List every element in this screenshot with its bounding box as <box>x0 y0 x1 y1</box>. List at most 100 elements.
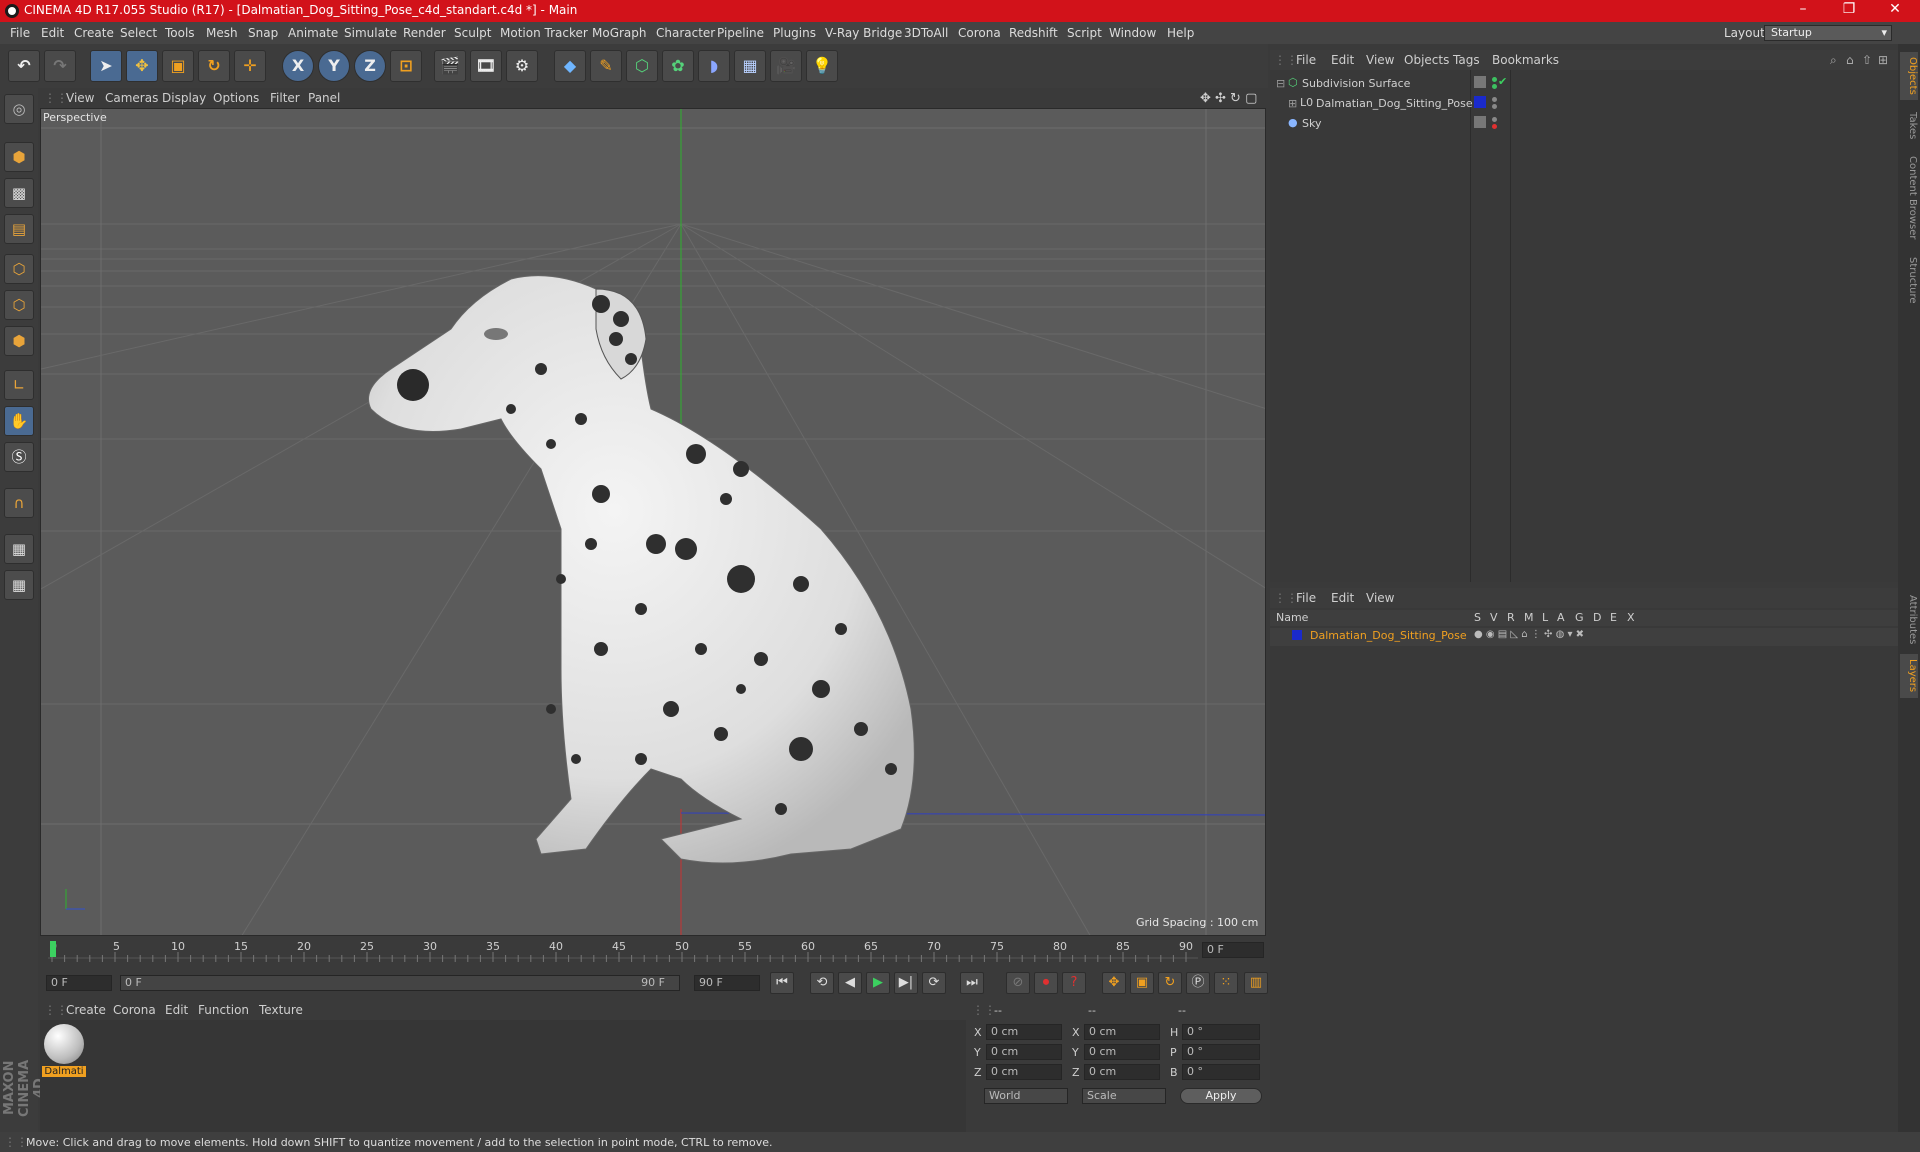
record-pla-icon[interactable]: ⁙ <box>1214 972 1238 994</box>
menu-redshift[interactable]: Redshift <box>1009 26 1058 40</box>
viewport-menu-cameras[interactable]: Cameras <box>105 91 158 105</box>
enabled-check-icon[interactable]: ✔ <box>1498 75 1507 88</box>
position-y-field[interactable]: 0 cm <box>986 1044 1062 1060</box>
tab-takes[interactable]: Takes <box>1900 106 1918 146</box>
z-axis-lock-button[interactable]: Z <box>354 50 386 82</box>
position-z-field[interactable]: 0 cm <box>986 1064 1062 1080</box>
menu-3dtoall[interactable]: 3DToAll <box>904 26 948 40</box>
make-editable-icon[interactable]: ◎ <box>4 94 34 124</box>
layer-menu-file[interactable]: File <box>1296 591 1316 605</box>
floor-icon[interactable]: ▦ <box>734 50 766 82</box>
go-to-start-icon[interactable]: ⏮ <box>770 972 794 994</box>
layer-color-swatch[interactable] <box>1292 630 1302 640</box>
menu-animate[interactable]: Animate <box>288 26 338 40</box>
render-visibility-dot[interactable] <box>1492 84 1497 89</box>
editor-visibility-dot[interactable] <box>1492 97 1497 102</box>
up-icon[interactable]: ⇧ <box>1862 53 1872 67</box>
scale-tool-icon[interactable]: ▣ <box>162 50 194 82</box>
render-view-icon[interactable]: 🎬 <box>434 50 466 82</box>
viewport-menu-view[interactable]: View <box>66 91 94 105</box>
menu-vray-bridge[interactable]: V-Ray Bridge <box>825 26 902 40</box>
scale-mode-select[interactable]: Scale <box>1082 1088 1166 1104</box>
rotation-b-field[interactable]: 0 ° <box>1182 1064 1260 1080</box>
rotation-p-field[interactable]: 0 ° <box>1182 1044 1260 1060</box>
perspective-viewport[interactable]: Perspective Grid Spacing : 100 cm <box>40 108 1266 936</box>
layout-select[interactable]: Startup ▾ <box>1764 25 1892 41</box>
keyframe-selection-icon[interactable]: ? <box>1062 972 1086 994</box>
position-x-field[interactable]: 0 cm <box>986 1024 1062 1040</box>
menu-edit[interactable]: Edit <box>41 26 64 40</box>
menu-script[interactable]: Script <box>1067 26 1102 40</box>
render-visibility-dot[interactable] <box>1492 104 1497 109</box>
end-frame-field[interactable]: 90 F <box>694 975 760 991</box>
undo-icon[interactable]: ↶ <box>8 50 40 82</box>
tree-expand-icon[interactable]: ⊞ <box>1288 97 1297 110</box>
light-icon[interactable]: 💡 <box>806 50 838 82</box>
close-icon[interactable]: ✕ <box>1875 1 1915 21</box>
select-tool-icon[interactable]: ➤ <box>90 50 122 82</box>
polygons-mode-icon[interactable]: ⬢ <box>4 326 34 356</box>
object-menu-edit[interactable]: Edit <box>1331 53 1354 67</box>
menu-window[interactable]: Window <box>1109 26 1156 40</box>
playhead[interactable] <box>50 941 56 957</box>
cloner-icon[interactable]: ✿ <box>662 50 694 82</box>
record-scale-icon[interactable]: ▣ <box>1130 972 1154 994</box>
transform-tool-icon[interactable]: ✛ <box>234 50 266 82</box>
record-parameter-icon[interactable]: Ⓟ <box>1186 972 1210 994</box>
move-tool-icon[interactable]: ✥ <box>126 50 158 82</box>
viewport-menu-options[interactable]: Options <box>213 91 259 105</box>
tab-layers[interactable]: Layers <box>1900 654 1918 698</box>
tab-structure[interactable]: Structure <box>1900 250 1918 310</box>
layer-icon[interactable] <box>1474 76 1486 88</box>
previous-frame-icon[interactable]: ◀ <box>838 972 862 994</box>
search-icon[interactable]: ⌕ <box>1830 53 1837 68</box>
menu-simulate[interactable]: Simulate <box>344 26 397 40</box>
coordinate-system-icon[interactable]: ⊡ <box>390 50 422 82</box>
tab-content-browser[interactable]: Content Browser <box>1900 150 1918 246</box>
render-settings-icon[interactable]: ⚙ <box>506 50 538 82</box>
start-frame-field[interactable]: 0 F <box>46 975 112 991</box>
x-axis-lock-button[interactable]: X <box>282 50 314 82</box>
menu-sculpt[interactable]: Sculpt <box>454 26 491 40</box>
menu-render[interactable]: Render <box>403 26 446 40</box>
menu-file[interactable]: File <box>10 26 30 40</box>
layer-icon[interactable] <box>1474 116 1486 128</box>
points-mode-icon[interactable]: ⬡ <box>4 254 34 284</box>
spline-pen-icon[interactable]: ✎ <box>590 50 622 82</box>
workplane-mode-icon[interactable]: ▤ <box>4 214 34 244</box>
restore-icon[interactable]: ❐ <box>1829 1 1869 21</box>
render-picture-viewer-icon[interactable]: 🎞 <box>470 50 502 82</box>
menu-plugins[interactable]: Plugins <box>773 26 816 40</box>
menu-help[interactable]: Help <box>1167 26 1194 40</box>
axis-mode-icon[interactable]: ∟ <box>4 370 34 400</box>
timeline-window-icon[interactable]: ▥ <box>1244 972 1268 994</box>
layer-color-swatch[interactable] <box>1474 96 1486 108</box>
play-icon[interactable]: ▶ <box>866 972 890 994</box>
object-menu-objects[interactable]: Objects <box>1404 53 1449 67</box>
size-y-field[interactable]: 0 cm <box>1084 1044 1160 1060</box>
layer-toggle-icons[interactable]: ● ◉ ▤ ◺ ⌂ ⋮ ✣ ◍ ▾ ✖ <box>1474 629 1584 640</box>
magnet-snap-icon[interactable]: ∩ <box>4 488 34 518</box>
object-menu-tags[interactable]: Tags <box>1453 53 1480 67</box>
material-menu-edit[interactable]: Edit <box>165 1003 188 1017</box>
model-mode-icon[interactable]: ⬢ <box>4 142 34 172</box>
next-key-icon[interactable]: ⟳ <box>922 972 946 994</box>
autokey-icon[interactable]: ⏺ <box>1034 972 1058 994</box>
layer-row[interactable]: Dalmatian_Dog_Sitting_Pose ● ◉ ▤ ◺ ⌂ ⋮ ✣… <box>1270 628 1898 646</box>
menu-tools[interactable]: Tools <box>165 26 195 40</box>
object-menu-file[interactable]: File <box>1296 53 1316 67</box>
material-menu-create[interactable]: Create <box>66 1003 106 1017</box>
viewport-menu-filter[interactable]: Filter <box>270 91 300 105</box>
texture-mode-icon[interactable]: ▩ <box>4 178 34 208</box>
record-rotation-icon[interactable]: ↻ <box>1158 972 1182 994</box>
material-swatch[interactable]: Dalmati <box>42 1024 86 1080</box>
cube-primitive-icon[interactable]: ◆ <box>554 50 586 82</box>
menu-snap[interactable]: Snap <box>248 26 278 40</box>
object-row-dalmatian[interactable]: ⊞ L0 Dalmatian_Dog_Sitting_Pose <box>1274 96 1894 114</box>
go-to-end-icon[interactable]: ⏭ <box>960 972 984 994</box>
frame-range-slider[interactable]: 0 F 90 F <box>120 975 680 991</box>
menu-pipeline[interactable]: Pipeline <box>717 26 764 40</box>
layer-menu-edit[interactable]: Edit <box>1331 591 1354 605</box>
menu-corona[interactable]: Corona <box>958 26 1001 40</box>
size-z-field[interactable]: 0 cm <box>1084 1064 1160 1080</box>
